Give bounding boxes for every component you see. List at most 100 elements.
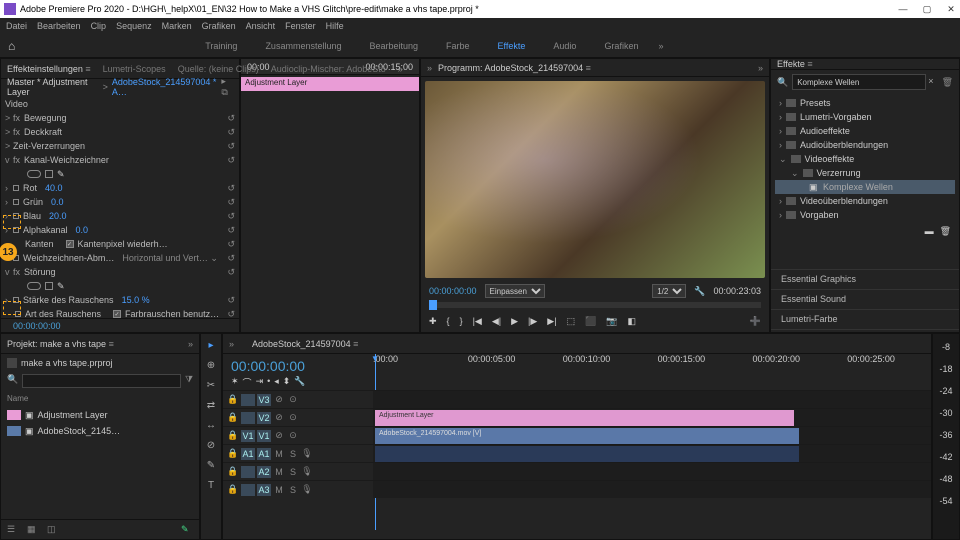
tool-button[interactable]: ✂ — [204, 378, 218, 392]
side-panel-button[interactable]: Essential Sound — [771, 289, 959, 309]
mask-ellipse-icon[interactable] — [27, 170, 41, 178]
freeform-view-icon[interactable]: ◫ — [47, 524, 59, 536]
menu-bearbeiten[interactable]: Bearbeiten — [37, 21, 81, 31]
home-icon[interactable]: ⌂ — [8, 39, 15, 53]
effects-tab[interactable]: Effekte — [777, 59, 813, 69]
wrench-icon[interactable]: 🔧 — [694, 286, 705, 297]
program-tc-left[interactable]: 00:00:00:00 — [429, 286, 477, 296]
list-view-icon[interactable]: ☰ — [7, 524, 19, 536]
timeline-clip[interactable]: AdobeStock_214597004.mov [V] — [375, 428, 799, 444]
new-item-icon[interactable]: ✎ — [181, 524, 193, 536]
timeline-tab[interactable]: AdobeStock_214597004 — [252, 339, 358, 349]
ec-tab[interactable]: Effekteinstellungen — [7, 64, 91, 74]
effect-tree-item[interactable]: ⌄Verzerrung — [775, 166, 955, 180]
project-tab[interactable]: Projekt: make a vhs tape — [7, 339, 114, 349]
column-header[interactable]: Name — [7, 394, 193, 403]
resolution-select[interactable]: 1/2 — [652, 284, 686, 298]
mask-rect-icon[interactable] — [45, 170, 53, 178]
side-panel-button[interactable]: Essential Graphics — [771, 269, 959, 289]
menu-marken[interactable]: Marken — [162, 21, 192, 31]
track-target-button[interactable] — [241, 484, 255, 496]
ec-tab[interactable]: Audioclip-Mischer: AdobeSto — [271, 64, 386, 74]
timeline-clip[interactable] — [375, 446, 799, 462]
step-fwd-icon[interactable]: |▶ — [528, 316, 537, 327]
menu-datei[interactable]: Datei — [6, 21, 27, 31]
menu-clip[interactable]: Clip — [91, 21, 107, 31]
effect-tree-item[interactable]: ›Presets — [775, 96, 955, 110]
side-panel-button[interactable]: Lumetri-Farbe — [771, 309, 959, 329]
lift-icon[interactable]: ⬚ — [567, 316, 576, 327]
tool-button[interactable]: ⇄ — [204, 398, 218, 412]
play-icon[interactable]: ▶ — [511, 316, 518, 327]
maximize-button[interactable]: ▢ — [922, 4, 932, 14]
close-button[interactable]: ✕ — [946, 4, 956, 14]
go-in-icon[interactable]: |◀ — [473, 316, 482, 327]
effect-tree-item[interactable]: ⌄Videoeffekte — [775, 152, 955, 166]
workspace-audio[interactable]: Audio — [553, 41, 576, 51]
effect-tree-item[interactable]: ›Audioüberblendungen — [775, 138, 955, 152]
track-target-button[interactable] — [241, 466, 255, 478]
effect-tree-item[interactable]: ▣Komplexe Wellen — [775, 180, 955, 194]
workspace-grafiken[interactable]: Grafiken — [604, 41, 638, 51]
source-clip[interactable]: Adjustment Layer — [241, 77, 419, 91]
workspace-bearbeitung[interactable]: Bearbeitung — [369, 41, 418, 51]
folder-icon[interactable]: ▬ — [925, 226, 934, 237]
overflow-icon[interactable]: » — [658, 41, 663, 51]
mask-rect-icon[interactable] — [45, 282, 53, 290]
effects-search-input[interactable] — [792, 74, 926, 90]
menu-sequenz[interactable]: Sequenz — [116, 21, 152, 31]
keyframe-toggle-icon[interactable] — [13, 297, 19, 303]
menu-ansicht[interactable]: Ansicht — [246, 21, 276, 31]
track-target-button[interactable] — [241, 394, 255, 406]
workspace-training[interactable]: Training — [205, 41, 237, 51]
workspace-effekte[interactable]: Effekte — [498, 41, 526, 51]
menu-fenster[interactable]: Fenster — [285, 21, 316, 31]
track-target-button[interactable]: A1 — [241, 448, 255, 460]
tool-button[interactable]: ⊕ — [204, 358, 218, 372]
project-item[interactable]: ▣Adjustment Layer — [7, 407, 193, 423]
add-marker-icon[interactable]: ✚ — [429, 316, 437, 327]
mark-in-icon[interactable]: { — [447, 316, 450, 326]
program-monitor[interactable] — [425, 81, 765, 278]
track-target-button[interactable]: V3 — [257, 394, 271, 406]
go-out-icon[interactable]: ▶| — [547, 316, 556, 327]
track-target-button[interactable]: V2 — [257, 412, 271, 424]
track-target-button[interactable]: A1 — [257, 448, 271, 460]
keyframe-toggle-icon[interactable] — [13, 227, 19, 233]
timeline-clip[interactable]: Adjustment Layer — [375, 410, 794, 426]
step-back-icon[interactable]: ◀| — [492, 316, 501, 327]
fit-select[interactable]: Einpassen — [485, 284, 545, 298]
source-clip-label[interactable]: AdobeStock_214597004 * A… — [112, 77, 217, 97]
tool-button[interactable]: ✎ — [204, 458, 218, 472]
effect-tree-item[interactable]: ›Lumetri-Vorgaben — [775, 110, 955, 124]
export-frame-icon[interactable]: 📷 — [606, 316, 617, 327]
keyframe-toggle-icon[interactable] — [13, 199, 19, 205]
ec-tab[interactable]: Lumetri-Scopes — [103, 64, 166, 74]
project-item[interactable]: ▣AdobeStock_2145… — [7, 423, 193, 439]
tool-button[interactable]: ↔ — [204, 418, 218, 432]
new-bin-icon[interactable]: 🗑 — [942, 77, 953, 88]
keyframe-toggle-icon[interactable] — [13, 185, 19, 191]
extract-icon[interactable]: ⬛ — [585, 316, 596, 327]
tool-button[interactable]: T — [204, 478, 218, 492]
icon-view-icon[interactable]: ▦ — [27, 524, 39, 536]
mask-ellipse-icon[interactable] — [27, 282, 41, 290]
track-target-button[interactable]: A3 — [257, 484, 271, 496]
button-editor-icon[interactable]: ➕ — [750, 316, 761, 327]
ec-tab[interactable]: Quelle: (keine Clips) — [178, 64, 259, 74]
program-tab[interactable]: Programm: AdobeStock_214597004 — [438, 63, 591, 73]
workspace-farbe[interactable]: Farbe — [446, 41, 470, 51]
trash-icon[interactable]: 🗑 — [940, 226, 951, 237]
track-target-button[interactable] — [241, 412, 255, 424]
mask-pen-icon[interactable]: ✎ — [57, 169, 65, 180]
compare-icon[interactable]: ◧ — [628, 316, 637, 327]
clear-search-icon[interactable]: × — [928, 76, 933, 86]
workspace-zusammenstellung[interactable]: Zusammenstellung — [265, 41, 341, 51]
mask-pen-icon[interactable]: ✎ — [57, 281, 65, 292]
mark-out-icon[interactable]: } — [460, 316, 463, 326]
effect-tree-item[interactable]: ›Vorgaben — [775, 208, 955, 222]
track-target-button[interactable]: A2 — [257, 466, 271, 478]
effect-tree-item[interactable]: ›Audioeffekte — [775, 124, 955, 138]
tool-button[interactable]: ⊘ — [204, 438, 218, 452]
filter-icon[interactable]: ⧩ — [185, 374, 193, 388]
